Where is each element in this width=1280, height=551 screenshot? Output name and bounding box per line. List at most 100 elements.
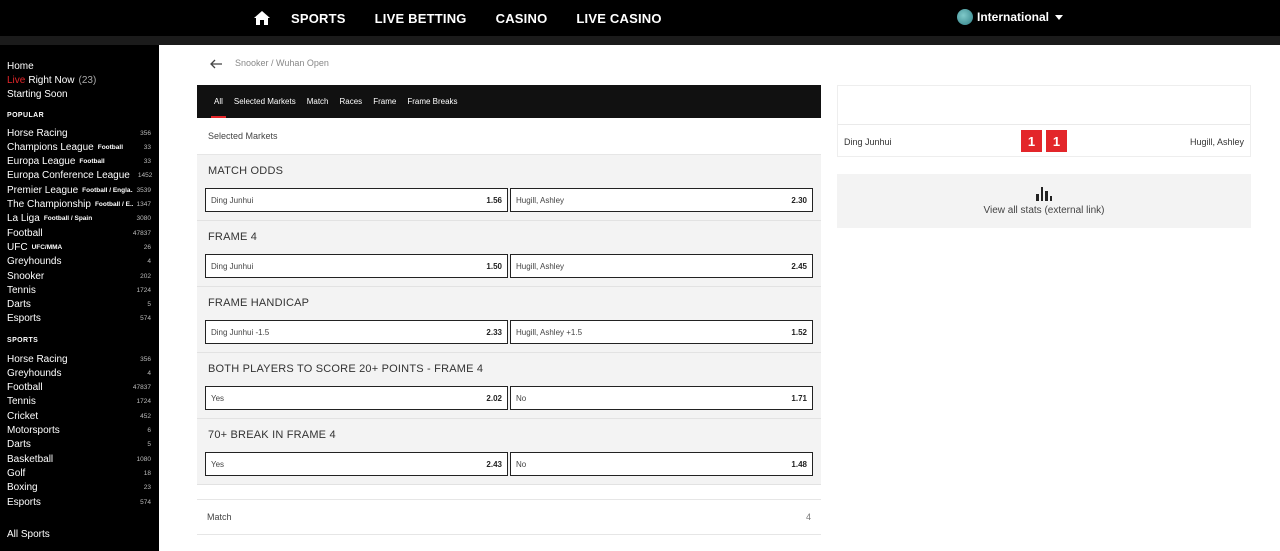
sidebar-item-label: Cricket — [7, 410, 39, 422]
breadcrumb[interactable]: Snooker / Wuhan Open — [235, 58, 329, 68]
sidebar-item-label: UFC — [7, 241, 28, 253]
bar-chart-icon — [1036, 186, 1052, 201]
odds-button[interactable]: Ding Junhui 1.50 — [205, 254, 508, 278]
odds-button[interactable]: Ding Junhui 1.56 — [205, 188, 508, 212]
sidebar-item-count: 452 — [140, 412, 151, 420]
sidebar-item-popular[interactable]: Snooker 202 — [7, 269, 151, 283]
region-selector[interactable]: International — [957, 9, 1064, 25]
tab-selected-markets[interactable]: Selected Markets — [234, 85, 296, 118]
sidebar-item-sport[interactable]: Boxing 23 — [7, 481, 151, 495]
sidebar-item-count: 202 — [140, 272, 151, 280]
sidebar-item-popular[interactable]: Football 47837 — [7, 226, 151, 240]
sidebar-item-count: 356 — [140, 129, 151, 137]
market-title: FRAME HANDICAP — [208, 297, 310, 309]
sidebar-item-sport[interactable]: Motorsports 6 — [7, 424, 151, 438]
selection-name: Ding Junhui — [211, 261, 254, 271]
home-icon[interactable] — [253, 9, 271, 27]
market-block: FRAME HANDICAP Ding Junhui -1.5 2.33 Hugill… — [197, 287, 821, 353]
sidebar-item-label: Horse Racing — [7, 127, 68, 139]
match-group-label: Match — [207, 512, 232, 522]
match-market-group[interactable]: Match 4 — [197, 499, 821, 535]
sidebar-item-sport[interactable]: Basketball 1080 — [7, 452, 151, 466]
sidebar-item-popular[interactable]: Darts 5 — [7, 298, 151, 312]
market-title: 70+ BREAK IN FRAME 4 — [208, 429, 336, 441]
sidebar-item-popular[interactable]: Tennis 1724 — [7, 283, 151, 297]
sidebar-item-popular[interactable]: Esports 574 — [7, 312, 151, 326]
sidebar-item-sport[interactable]: Cricket 452 — [7, 409, 151, 423]
sidebar-item-count: 23 — [143, 484, 151, 492]
market-title: MATCH ODDS — [208, 165, 284, 177]
sidebar-item-sublabel: Football / Engla... — [82, 186, 133, 194]
sidebar-item-label: Europa Conference League — [7, 170, 130, 182]
sidebar-item-label: Greyhounds — [7, 256, 62, 268]
tab-all[interactable]: All — [211, 85, 226, 118]
live-count: (23) — [78, 74, 97, 86]
odds-value: 1.48 — [791, 459, 807, 469]
nav-sports[interactable]: SPORTS — [291, 11, 346, 26]
sidebar-item-label: Golf — [7, 467, 26, 479]
sidebar-item-home[interactable]: Home — [7, 59, 151, 73]
odds-button[interactable]: No 1.48 — [510, 452, 813, 476]
sidebar-item-popular[interactable]: UFC UFC/MMA 26 — [7, 240, 151, 254]
odds-value: 2.43 — [486, 459, 502, 469]
sidebar-item-sublabel: Football — [79, 158, 105, 166]
live-label: Live — [7, 74, 26, 86]
sidebar-item-label: Basketball — [7, 453, 54, 465]
odds-value: 2.45 — [791, 261, 807, 271]
nav-live-casino[interactable]: LIVE CASINO — [576, 11, 661, 26]
odds-button[interactable]: No 1.71 — [510, 386, 813, 410]
match-group-count: 4 — [805, 512, 811, 522]
tab-frame-breaks[interactable]: Frame Breaks — [407, 85, 457, 118]
selection-name: Ding Junhui — [211, 195, 254, 205]
sidebar-item-popular[interactable]: La Liga Football / Spain 3080 — [7, 212, 151, 226]
sidebar-item-label: All Sports — [7, 528, 50, 540]
player-a-name: Ding Junhui — [844, 137, 892, 147]
odds-button[interactable]: Hugill, Ashley 2.30 — [510, 188, 813, 212]
sidebar-item-sport[interactable]: Greyhounds 4 — [7, 366, 151, 380]
sidebar-item-popular[interactable]: The Championship Football / E... 1347 — [7, 198, 151, 212]
region-label: International — [977, 10, 1050, 24]
tab-races[interactable]: Races — [340, 85, 363, 118]
nav-live-betting[interactable]: LIVE BETTING — [375, 11, 467, 26]
sidebar-item-count: 18 — [143, 469, 151, 477]
sidebar-item-sport[interactable]: Golf 18 — [7, 466, 151, 480]
odds-button[interactable]: Ding Junhui -1.5 2.33 — [205, 320, 508, 344]
sidebar-item-count: 3539 — [136, 186, 151, 194]
sidebar-item-count: 5 — [147, 441, 151, 449]
sidebar-item-count: 1724 — [136, 286, 151, 294]
odds-button[interactable]: Yes 2.43 — [205, 452, 508, 476]
sidebar-item-popular[interactable]: Europa Conference LeagueF...1452 — [7, 169, 152, 183]
sidebar-item-sport[interactable]: Esports 574 — [7, 495, 151, 509]
sidebar-item-live[interactable]: Live Right Now (23) — [7, 73, 151, 87]
sidebar-item-label: Darts — [7, 439, 31, 451]
sidebar-item-sport[interactable]: Horse Racing 356 — [7, 352, 151, 366]
tab-match[interactable]: Match — [307, 85, 329, 118]
sidebar-item-popular[interactable]: Greyhounds 4 — [7, 255, 151, 269]
odds-value: 1.52 — [791, 327, 807, 337]
sidebar-item-sport[interactable]: Tennis 1724 — [7, 395, 151, 409]
nav-casino[interactable]: CASINO — [496, 11, 548, 26]
sidebar-item-label: Greyhounds — [7, 367, 62, 379]
odds-button[interactable]: Yes 2.02 — [205, 386, 508, 410]
odds-button[interactable]: Hugill, Ashley +1.5 1.52 — [510, 320, 813, 344]
sidebar-item-popular[interactable]: Champions League Football 33 — [7, 140, 151, 154]
sidebar-item-starting-soon[interactable]: Starting Soon — [7, 87, 151, 101]
odds-button[interactable]: Hugill, Ashley 2.45 — [510, 254, 813, 278]
sidebar-item-popular[interactable]: Europa League Football 33 — [7, 155, 151, 169]
selection-name: Ding Junhui -1.5 — [211, 327, 270, 337]
selection-name: Hugill, Ashley — [516, 261, 565, 271]
back-arrow-icon[interactable] — [209, 57, 223, 71]
sidebar-item-label: Boxing — [7, 482, 38, 494]
sidebar-item-label: Esports — [7, 313, 41, 325]
tab-frame[interactable]: Frame — [373, 85, 396, 118]
sidebar-item-sport[interactable]: Football 47837 — [7, 381, 151, 395]
sidebar-item-sport[interactable]: Darts 5 — [7, 438, 151, 452]
sidebar-item-popular[interactable]: Premier League Football / Engla... 3539 — [7, 183, 151, 197]
view-stats-link[interactable]: View all stats (external link) — [837, 174, 1251, 228]
sidebar-item-all-sports[interactable]: All Sports — [7, 527, 151, 541]
sidebar-item-label: Snooker — [7, 270, 45, 282]
sidebar-item-sublabel: UFC/MMA — [31, 243, 63, 251]
odds-value: 1.56 — [486, 195, 502, 205]
sidebar-item-popular[interactable]: Horse Racing 356 — [7, 126, 151, 140]
sidebar-item-count: 4 — [147, 258, 151, 266]
